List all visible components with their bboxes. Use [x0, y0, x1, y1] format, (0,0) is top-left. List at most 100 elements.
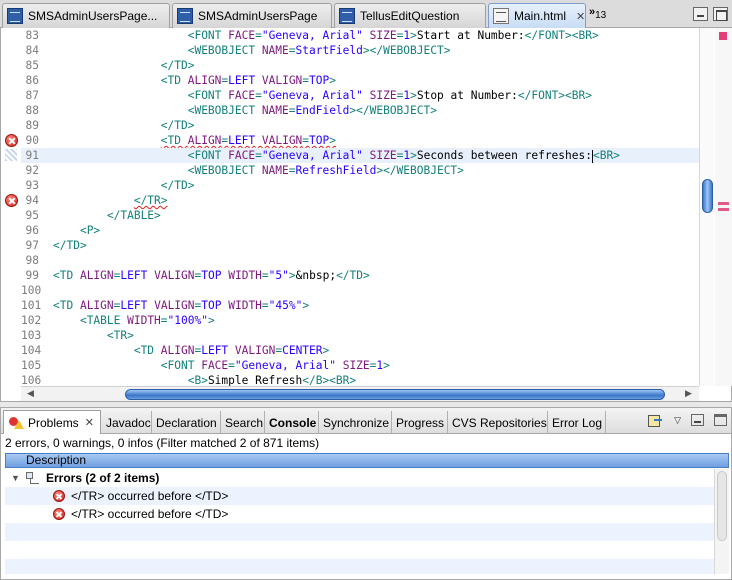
code-line[interactable]: 92 <WEBOBJECT NAME=RefreshField></WEBOBJ…	[21, 163, 699, 178]
code-token: WIDTH	[228, 269, 262, 282]
annotation-ruler	[1, 28, 21, 386]
tab-synchronize[interactable]: Synchronize	[319, 411, 392, 434]
code-line[interactable]: 99 <TD ALIGN=LEFT VALIGN=TOP WIDTH="5">&n…	[21, 268, 699, 283]
maximize-icon[interactable]	[713, 7, 728, 21]
line-number: 96	[25, 224, 39, 237]
scroll-right-icon[interactable]: ▶	[685, 387, 692, 400]
editor-tab-main-html[interactable]: Main.html ✕	[488, 3, 586, 28]
line-number: 104	[21, 344, 42, 357]
line-number: 94	[25, 194, 39, 207]
error-marker-icon[interactable]	[5, 194, 18, 207]
list-item[interactable]: </TR> occurred before </TD>	[5, 505, 714, 523]
problems-tree: ▼ Errors (2 of 2 items) </TR> occurred b…	[5, 469, 714, 574]
line-number: 87	[25, 89, 39, 102]
line-code: <TR>	[53, 328, 134, 343]
expand-arrow-icon[interactable]: ▼	[11, 469, 20, 487]
close-icon[interactable]: ✕	[576, 10, 585, 23]
line-number: 85	[25, 59, 39, 72]
code-line[interactable]: 98	[21, 253, 699, 268]
tab-javadoc[interactable]: Javadoc	[102, 411, 152, 434]
scrollbar-thumb[interactable]	[125, 389, 665, 400]
code-line[interactable]: 104 <TD ALIGN=LEFT VALIGN=CENTER>	[21, 343, 699, 358]
code-line[interactable]: 83 <FONT FACE="Geneva, Arial" SIZE=1>Sta…	[21, 28, 699, 43]
code-line[interactable]: 97 </TD>	[21, 238, 699, 253]
error-overview-mark[interactable]	[718, 208, 729, 211]
code-token: LEFT	[201, 344, 229, 357]
code-token: SIZE	[369, 29, 397, 42]
code-token: TOP	[201, 299, 222, 312]
tab-progress[interactable]: Progress	[392, 411, 448, 434]
error-marker-icon[interactable]	[5, 134, 18, 147]
problems-vertical-scrollbar[interactable]	[714, 469, 729, 574]
code-token: StartField	[295, 44, 363, 57]
tab-problems[interactable]: Problems ✕	[3, 410, 101, 434]
scroll-left-icon[interactable]: ◀	[27, 387, 34, 400]
tab-console[interactable]: Console	[265, 411, 319, 434]
code-line[interactable]: 106 <B>Simple Refresh</B><BR>	[21, 373, 699, 386]
maximize-icon[interactable]	[714, 414, 727, 426]
view-menu-icon[interactable]: ▽	[674, 415, 681, 426]
error-overview-icon[interactable]	[719, 32, 727, 40]
code-line[interactable]: 86 <TD ALIGN=LEFT VALIGN=TOP>	[21, 73, 699, 88]
filter-icon[interactable]	[646, 412, 664, 428]
editor-tab-smsadminuserspage-1[interactable]: SMSAdminUsersPage...	[2, 3, 170, 28]
code-line[interactable]: 96 <P>	[21, 223, 699, 238]
code-token: EndField	[295, 104, 350, 117]
error-overview-mark[interactable]	[718, 202, 729, 205]
code-line[interactable]: 87 <FONT FACE="Geneva, Arial" SIZE=1>Sto…	[21, 88, 699, 103]
html-editor[interactable]: 83 <FONT FACE="Geneva, Arial" SIZE=1>Sta…	[0, 28, 732, 402]
code-line-error[interactable]: 94 </TR>	[21, 193, 699, 208]
code-token: TOP	[309, 134, 330, 147]
code-token: <TABLE	[79, 314, 128, 327]
empty-row	[5, 559, 714, 574]
line-code: <WEBOBJECT NAME=RefreshField></WEBOBJECT…	[53, 163, 464, 178]
code-line[interactable]: 91 <FONT FACE="Geneva, Arial" SIZE=1>Sec…	[21, 148, 699, 163]
code-line[interactable]: 88 <WEBOBJECT NAME=EndField></WEBOBJECT>	[21, 103, 699, 118]
line-number: 103	[21, 329, 42, 342]
line-number: 95	[25, 209, 39, 222]
code-token: </TD>	[160, 179, 195, 192]
code-token: =	[288, 44, 296, 57]
code-line[interactable]: 105 <FONT FACE="Geneva, Arial" SIZE=1>	[21, 358, 699, 373]
code-line[interactable]: 103 <TR>	[21, 328, 699, 343]
code-text-area[interactable]: 83 <FONT FACE="Geneva, Arial" SIZE=1>Sta…	[21, 28, 699, 386]
code-line[interactable]: 93 </TD>	[21, 178, 699, 193]
code-line[interactable]: 95 </TABLE>	[21, 208, 699, 223]
code-token: <FONT	[187, 29, 229, 42]
close-icon[interactable]: ✕	[85, 416, 94, 429]
code-line[interactable]: 84 <WEBOBJECT NAME=StartField></WEBOBJEC…	[21, 43, 699, 58]
editor-tab-tellusedit[interactable]: TellusEditQuestion	[334, 3, 486, 28]
line-code: <FONT FACE="Geneva, Arial" SIZE=1>	[53, 358, 390, 373]
code-line[interactable]: 85 </TD>	[21, 58, 699, 73]
scrollbar-thumb[interactable]	[717, 471, 727, 541]
code-token: NAME	[261, 104, 289, 117]
code-line[interactable]: 100	[21, 283, 699, 298]
code-line[interactable]: 102 <TABLE WIDTH="100%">	[21, 313, 699, 328]
scrollbar-thumb[interactable]	[702, 179, 713, 213]
line-number: 88	[25, 104, 39, 117]
code-token: SIZE	[342, 359, 370, 372]
code-token: </FONT><BR>	[524, 29, 599, 42]
more-tabs-button[interactable]: » 13	[589, 6, 606, 21]
tab-declaration[interactable]: Declaration	[152, 411, 221, 434]
code-line-error[interactable]: 90 <TD ALIGN=LEFT VALIGN=TOP>	[21, 133, 699, 148]
code-line[interactable]: 89 </TD>	[21, 118, 699, 133]
editor-tab-smsadminuserspage-2[interactable]: SMSAdminUsersPage	[172, 3, 332, 28]
tab-search[interactable]: Search	[221, 411, 265, 434]
list-item[interactable]: </TR> occurred before </TD>	[5, 487, 714, 505]
editor-vertical-scrollbar[interactable]	[699, 28, 714, 386]
minimize-icon[interactable]	[693, 7, 708, 21]
tree-group-errors[interactable]: ▼ Errors (2 of 2 items)	[5, 469, 714, 487]
code-line[interactable]: 101 <TD ALIGN=LEFT VALIGN=TOP WIDTH="45%"…	[21, 298, 699, 313]
editor-horizontal-scrollbar[interactable]: ◀ ▶	[21, 386, 699, 401]
minimize-icon[interactable]	[691, 414, 704, 426]
code-token: &nbsp;	[295, 269, 337, 282]
tab-cvs-repositories[interactable]: CVS Repositories	[448, 411, 548, 434]
column-header-description[interactable]: Description	[5, 453, 729, 468]
code-token: </TD>	[160, 119, 195, 132]
tab-error-log[interactable]: Error Log	[548, 411, 606, 434]
